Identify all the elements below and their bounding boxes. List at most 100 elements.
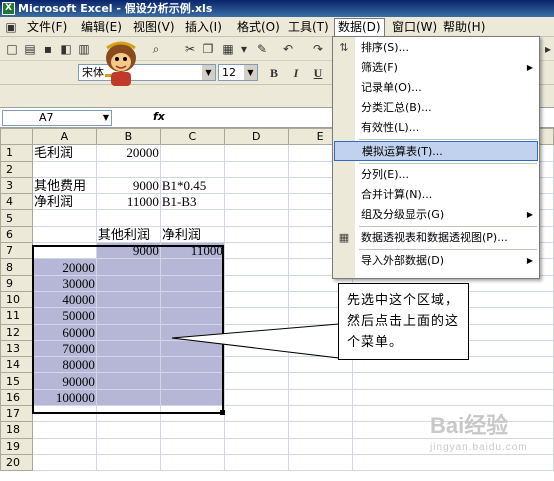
cell-b11[interactable] [95, 307, 161, 325]
row-header[interactable]: 16 [0, 388, 33, 407]
cell-b15[interactable] [95, 372, 161, 390]
cell-d16[interactable] [223, 388, 289, 407]
cell-a4[interactable]: 净利润 [31, 193, 97, 211]
cell-c3[interactable]: B1*0.45 [159, 176, 225, 195]
cell-a14[interactable]: 80000 [31, 356, 97, 374]
cell-d8[interactable] [223, 258, 289, 276]
new-icon[interactable]: □ [4, 41, 20, 57]
cell-b12[interactable] [95, 323, 161, 341]
cell-c6[interactable]: 净利润 [159, 225, 225, 244]
row-header[interactable]: 18 [0, 421, 33, 439]
cell-f16[interactable] [351, 388, 554, 407]
font-size-combo[interactable]: 12 ▼ [218, 64, 258, 81]
cell-a12[interactable]: 60000 [31, 323, 97, 341]
cell-e17[interactable] [287, 405, 353, 423]
cell-a17[interactable] [31, 405, 97, 423]
name-box[interactable]: A7 ▼ [2, 110, 112, 126]
menu-item-pivot-table[interactable]: 数据透视表和数据透视图(P)... [355, 228, 539, 248]
row-header[interactable]: 11 [0, 307, 33, 325]
cut-icon[interactable]: ✂ [182, 41, 198, 57]
menu-item-consolidate[interactable]: 合并计算(N)... [355, 185, 539, 205]
format-painter-icon[interactable]: ✎ [254, 41, 270, 57]
menu-view[interactable]: 视图(V) [130, 19, 178, 35]
row-header[interactable]: 6 [0, 225, 33, 244]
cell-e16[interactable] [287, 388, 353, 407]
row-header[interactable]: 3 [0, 176, 33, 195]
research-icon[interactable]: ⌕ [148, 41, 164, 57]
paste-dropdown-icon[interactable]: ▾ [236, 41, 252, 57]
insert-function-icon[interactable]: fx [153, 110, 165, 123]
menu-format[interactable]: 格式(O) [234, 19, 283, 35]
cell-c9[interactable] [159, 274, 225, 292]
paste-icon[interactable]: ▦ [220, 41, 236, 57]
row-header[interactable]: 2 [0, 160, 33, 178]
column-header-b[interactable]: B [95, 127, 161, 146]
menu-data[interactable]: 数据(D) [334, 18, 385, 37]
cell-c16[interactable] [159, 388, 225, 407]
cell-a5[interactable] [31, 209, 97, 227]
print-icon[interactable]: ▥ [76, 41, 92, 57]
cell-a16[interactable]: 100000 [31, 388, 97, 407]
cell-c19[interactable] [159, 437, 225, 455]
save-icon[interactable]: ▪ [40, 41, 56, 57]
row-header[interactable]: 10 [0, 290, 33, 309]
cell-d17[interactable] [223, 405, 289, 423]
cell-d7[interactable] [223, 242, 289, 260]
chevron-down-icon[interactable]: ▼ [103, 111, 109, 125]
cell-a10[interactable]: 40000 [31, 290, 97, 309]
bold-button[interactable]: B [266, 65, 282, 81]
cell-b6[interactable]: 其他利润 [95, 225, 161, 244]
menu-item-subtotals[interactable]: 分类汇总(B)... [355, 98, 539, 118]
cell-a6[interactable] [31, 225, 97, 244]
row-header[interactable]: 13 [0, 339, 33, 358]
cell-d10[interactable] [223, 290, 289, 309]
chevron-down-icon[interactable]: ▼ [244, 65, 257, 80]
cell-e19[interactable] [287, 437, 353, 455]
cell-b10[interactable] [95, 290, 161, 309]
cell-b17[interactable] [95, 405, 161, 423]
cell-d18[interactable] [223, 421, 289, 439]
row-header[interactable]: 5 [0, 209, 33, 227]
menu-item-validation[interactable]: 有效性(L)... [355, 118, 539, 138]
cell-a3[interactable]: 其他费用 [31, 176, 97, 195]
copy-icon[interactable]: ❐ [200, 41, 216, 57]
cell-d9[interactable] [223, 274, 289, 292]
row-header[interactable]: 20 [0, 453, 33, 472]
cell-b9[interactable] [95, 274, 161, 292]
cell-c8[interactable] [159, 258, 225, 276]
cell-a19[interactable] [31, 437, 97, 455]
column-header-d[interactable]: D [223, 127, 289, 146]
cell-a7[interactable] [31, 242, 97, 260]
column-header-a[interactable]: A [31, 127, 97, 146]
menu-file[interactable]: 文件(F) [24, 19, 70, 35]
menu-item-form[interactable]: 记录单(O)... [355, 78, 539, 98]
menu-item-data-table[interactable]: 模拟运算表(T)... [334, 141, 538, 161]
cell-e18[interactable] [287, 421, 353, 439]
cell-c17[interactable] [159, 405, 225, 423]
cell-b14[interactable] [95, 356, 161, 374]
menu-item-filter[interactable]: 筛选(F) ▶ [355, 58, 539, 78]
cell-d4[interactable] [223, 193, 289, 211]
menu-insert[interactable]: 插入(I) [182, 19, 225, 35]
cell-d20[interactable] [223, 453, 289, 472]
cell-a20[interactable] [31, 453, 97, 472]
cell-b5[interactable] [95, 209, 161, 227]
row-header[interactable]: 1 [0, 144, 33, 162]
row-header[interactable]: 17 [0, 405, 33, 423]
cell-b2[interactable] [95, 160, 161, 178]
menu-tools[interactable]: 工具(T) [285, 19, 332, 35]
cell-c2[interactable] [159, 160, 225, 178]
cell-a15[interactable]: 90000 [31, 372, 97, 390]
row-header[interactable]: 12 [0, 323, 33, 341]
cell-b18[interactable] [95, 421, 161, 439]
column-header-c[interactable]: C [159, 127, 225, 146]
row-header[interactable]: 19 [0, 437, 33, 455]
cell-b3[interactable]: 9000 [95, 176, 161, 195]
cell-a8[interactable]: 20000 [31, 258, 97, 276]
cell-a1[interactable]: 毛利润 [31, 144, 97, 162]
cell-b1[interactable]: 20000 [95, 144, 161, 162]
cell-e20[interactable] [287, 453, 353, 472]
redo-icon[interactable]: ↷ [310, 41, 326, 57]
cell-c4[interactable]: B1-B3 [159, 193, 225, 211]
italic-button[interactable]: I [288, 65, 304, 81]
